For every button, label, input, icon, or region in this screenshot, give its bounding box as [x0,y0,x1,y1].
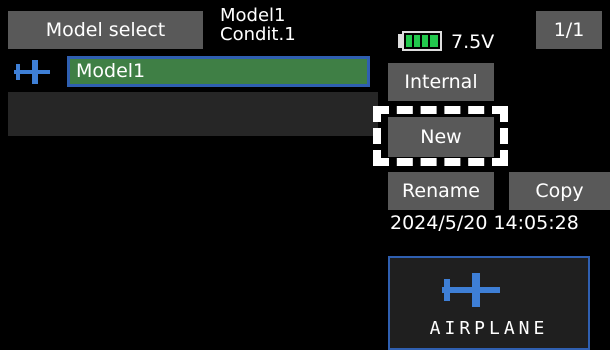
current-condition: Condit.1 [220,24,296,45]
airplane-icon [442,273,500,307]
current-model-name: Model1 [220,5,286,26]
new-button-label: New [420,126,462,148]
battery-voltage: 7.5V [451,31,495,53]
model-date-time: 2024/5/20 14:05:28 [390,212,579,234]
new-button[interactable]: New [388,117,494,157]
current-model-info: Model1 Condit.1 [220,6,296,44]
rename-button-label: Rename [402,180,480,202]
model-list-empty-slot[interactable] [8,92,378,136]
internal-button-label: Internal [404,71,478,93]
battery-icon [398,31,442,51]
screen-title-tab[interactable]: Model select [8,11,203,49]
airplane-icon [14,60,50,84]
internal-button[interactable]: Internal [388,63,494,101]
copy-button-label: Copy [535,180,584,202]
page-indicator: 1/1 [553,19,585,41]
model-type-label: AIRPLANE [429,318,549,339]
page-indicator-tab[interactable]: 1/1 [536,11,602,49]
model-list-item-name[interactable]: Model1 [67,56,370,87]
model-type-button[interactable]: AIRPLANE [388,256,590,350]
screen-title: Model select [45,19,166,41]
rename-button[interactable]: Rename [388,172,494,210]
copy-button[interactable]: Copy [509,172,610,210]
